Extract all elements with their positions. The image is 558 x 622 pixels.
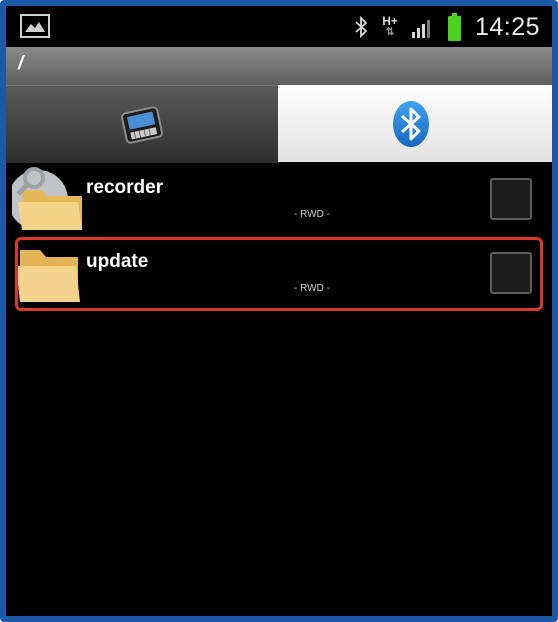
current-path: / xyxy=(18,53,24,74)
file-list: recorder - RWD - update - RWD - xyxy=(6,162,552,311)
gallery-icon xyxy=(20,14,50,38)
tab-bluetooth[interactable] xyxy=(278,85,552,162)
list-item[interactable]: recorder - RWD - xyxy=(6,162,552,236)
hplus-data-icon: H+ ⇅ xyxy=(382,14,398,38)
select-checkbox[interactable] xyxy=(490,178,532,220)
selection-highlight xyxy=(15,237,543,311)
battery-icon xyxy=(447,13,461,41)
folder-search-icon xyxy=(12,167,82,230)
bluetooth-icon xyxy=(393,101,429,147)
handheld-device-icon xyxy=(121,106,163,144)
file-permissions: - RWD - xyxy=(294,209,330,220)
path-bar: / xyxy=(6,47,552,85)
device-screen: H+ ⇅ 14:25 / recorder - RWD - update - R… xyxy=(0,0,558,622)
source-tabs xyxy=(6,85,552,163)
file-name: recorder xyxy=(86,177,164,198)
bluetooth-icon xyxy=(355,16,368,38)
tab-local-device[interactable] xyxy=(6,85,278,163)
clock: 14:25 xyxy=(474,12,540,41)
signal-icon xyxy=(411,20,430,38)
status-bar: H+ ⇅ 14:25 xyxy=(6,6,552,47)
